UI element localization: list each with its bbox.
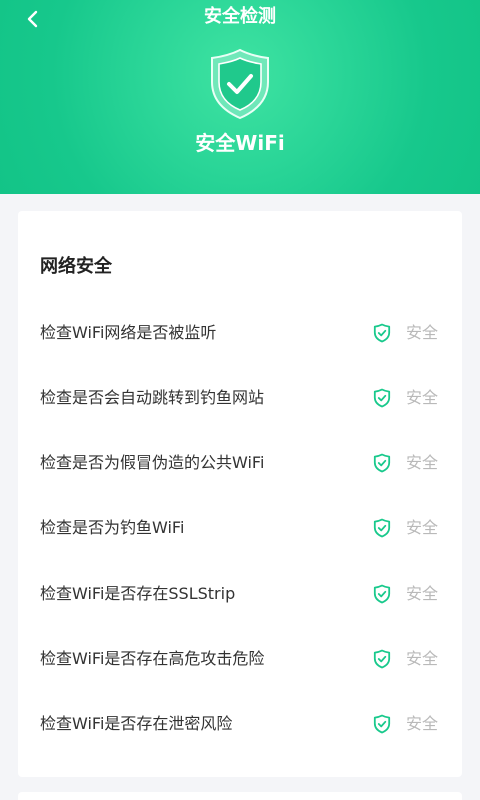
- check-label: 检查WiFi是否存在高危攻击危险: [40, 649, 265, 668]
- status-title: 安全WiFi: [195, 131, 285, 155]
- status-badge: 安全: [406, 714, 439, 733]
- next-card-edge: [18, 792, 462, 800]
- shield-check-icon: [373, 584, 391, 604]
- list-item: 检查WiFi网络是否被监听 安全: [18, 313, 462, 353]
- check-label: 检查是否会自动跳转到钓鱼网站: [40, 388, 265, 407]
- list-item: 检查是否会自动跳转到钓鱼网站 安全: [18, 378, 462, 418]
- page-title: 安全检测: [204, 6, 276, 27]
- shield-check-icon: [373, 649, 391, 669]
- list-item: 检查WiFi是否存在高危攻击危险 安全: [18, 639, 462, 679]
- list-item: 检查是否为钓鱼WiFi 安全: [18, 508, 462, 548]
- check-label: 检查WiFi是否存在泄密风险: [40, 714, 233, 733]
- check-label: 检查是否为钓鱼WiFi: [40, 518, 185, 537]
- status-badge: 安全: [406, 584, 439, 603]
- list-item: 检查WiFi是否存在SSLStrip 安全: [18, 574, 462, 614]
- status-badge: 安全: [406, 453, 439, 472]
- status-badge: 安全: [406, 323, 439, 342]
- shield-check-icon: [373, 714, 391, 734]
- shield-check-icon: [373, 453, 391, 473]
- list-item: 检查是否为假冒伪造的公共WiFi 安全: [18, 443, 462, 483]
- list-item: 检查WiFi是否存在泄密风险 安全: [18, 704, 462, 744]
- shield-check-icon: [373, 518, 391, 538]
- check-label: 检查WiFi网络是否被监听: [40, 323, 217, 342]
- shield-check-icon: [373, 388, 391, 408]
- check-label: 检查是否为假冒伪造的公共WiFi: [40, 453, 265, 472]
- status-badge: 安全: [406, 388, 439, 407]
- security-card: 网络安全 检查WiFi网络是否被监听 安全 检查是否会自动跳转到钓鱼网站 安全 …: [18, 211, 462, 777]
- section-title: 网络安全: [40, 256, 112, 277]
- header: 安全检测 安全WiFi: [0, 0, 480, 194]
- status-badge: 安全: [406, 649, 439, 668]
- status-badge: 安全: [406, 518, 439, 537]
- shield-check-icon: [373, 323, 391, 343]
- shield-check-icon: [211, 48, 269, 120]
- check-label: 检查WiFi是否存在SSLStrip: [40, 584, 236, 603]
